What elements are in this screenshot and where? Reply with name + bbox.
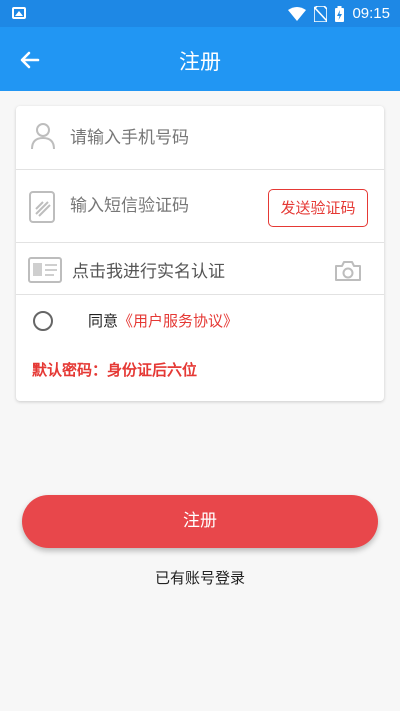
sms-code-input[interactable] xyxy=(70,191,260,221)
app-bar: 注册 xyxy=(0,27,400,91)
sms-row: 发送验证码 xyxy=(16,170,384,243)
camera-icon[interactable] xyxy=(334,260,362,282)
battery-charging-icon xyxy=(335,5,345,22)
phone-input[interactable] xyxy=(70,123,360,153)
page-title: 注册 xyxy=(179,50,221,74)
user-agreement-link[interactable]: 《用户服务协议》 xyxy=(118,312,238,330)
agreement-text: 同意《用户服务协议》 xyxy=(88,310,238,331)
realname-row[interactable]: 点击我进行实名认证 xyxy=(16,243,384,295)
person-icon xyxy=(31,123,55,150)
register-button[interactable]: 注册 xyxy=(22,495,378,548)
realname-verify-label[interactable]: 点击我进行实名认证 xyxy=(72,257,225,282)
send-sms-code-button[interactable]: 发送验证码 xyxy=(268,189,368,227)
no-sim-icon xyxy=(314,5,328,22)
agree-radio[interactable] xyxy=(33,311,53,331)
wifi-icon xyxy=(288,6,307,21)
login-link[interactable]: 已有账号登录 xyxy=(0,567,400,588)
image-icon xyxy=(12,7,26,19)
register-form-card: 发送验证码 点击我进行实名认证 同意《用户服务协议》 默认密码：身份证后六位 xyxy=(16,106,384,401)
status-bar: 09:15 xyxy=(0,0,400,27)
agreement-row: 同意《用户服务协议》 默认密码：身份证后六位 xyxy=(16,295,384,401)
default-password-note: 默认密码：身份证后六位 xyxy=(32,361,198,379)
id-card-icon xyxy=(28,257,62,283)
status-time: 09:15 xyxy=(352,5,390,22)
agree-prefix: 同意 xyxy=(88,312,119,330)
status-icons: 09:15 xyxy=(288,3,390,24)
phone-row xyxy=(16,106,384,170)
sms-code-icon xyxy=(29,191,55,223)
